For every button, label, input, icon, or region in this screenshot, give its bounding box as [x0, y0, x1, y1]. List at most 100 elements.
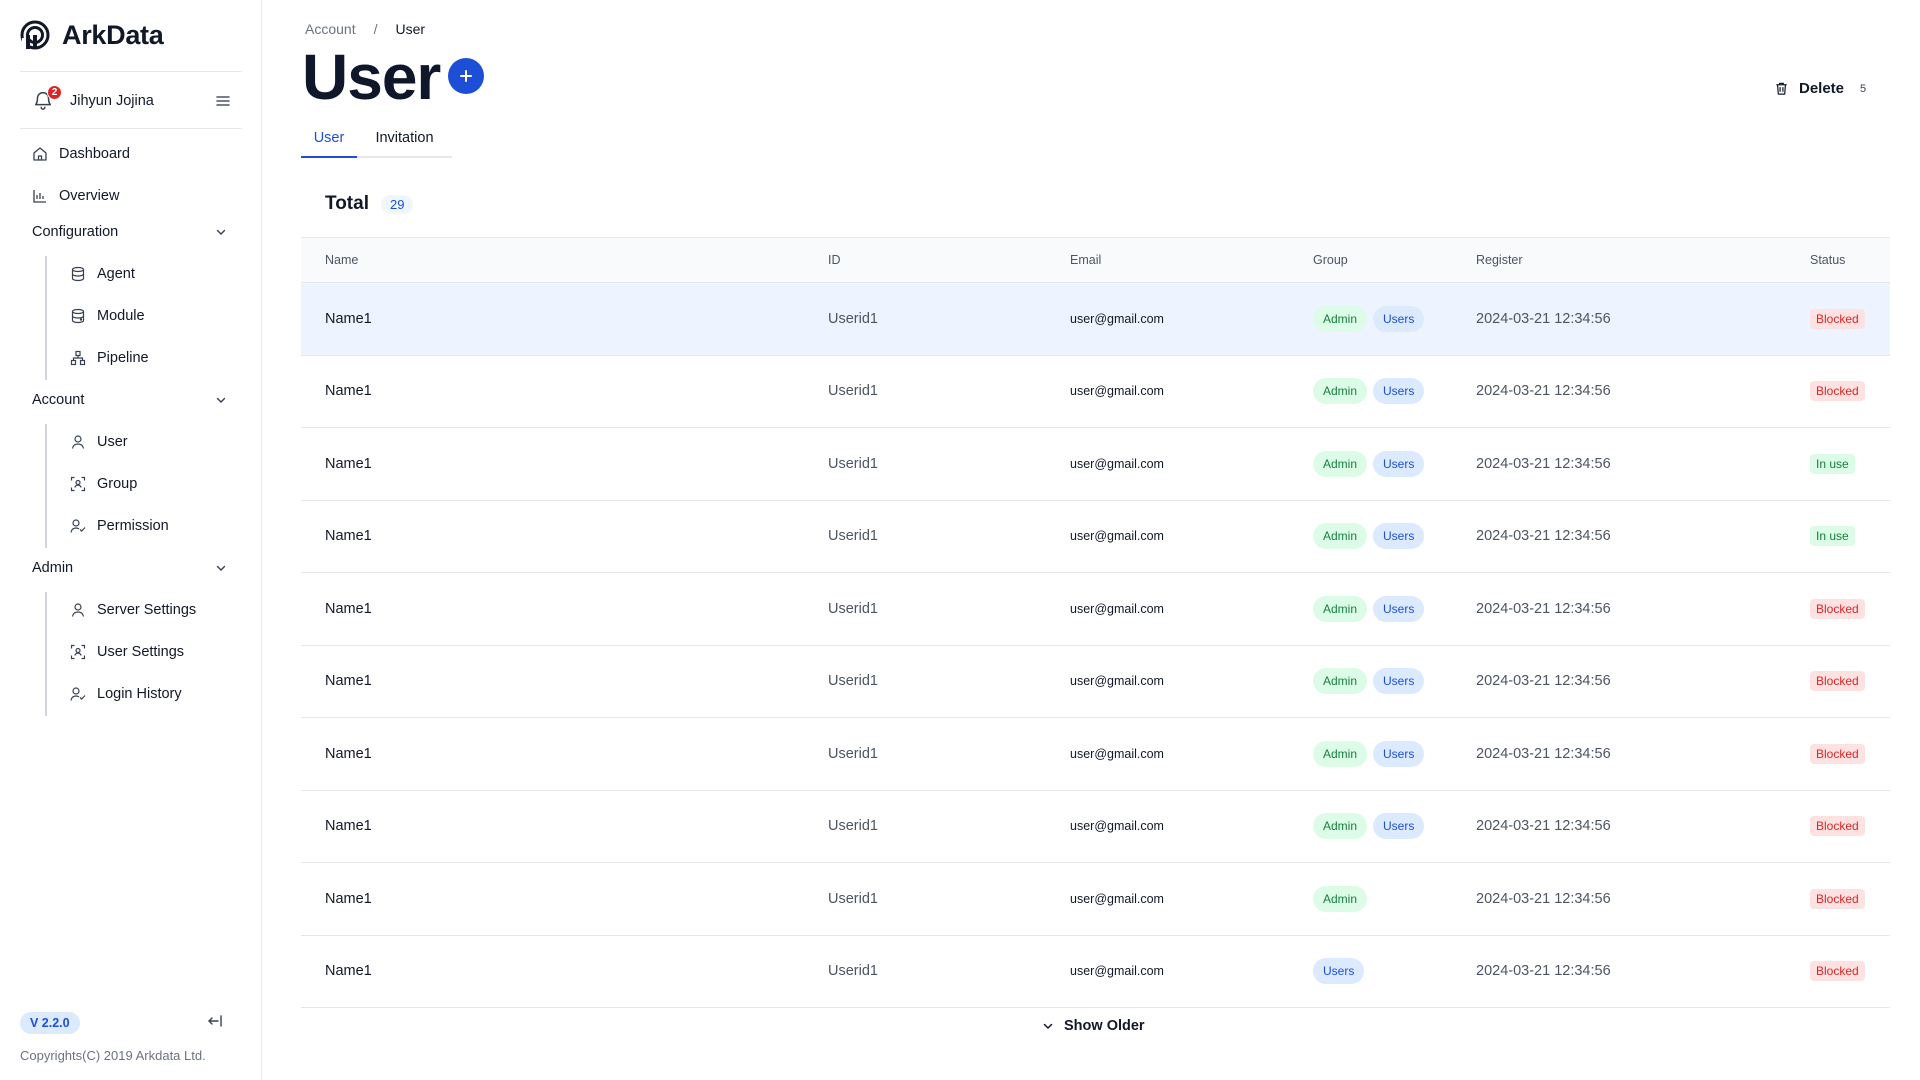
status-badge: Blocked: [1810, 743, 1865, 764]
nav-item-user-settings[interactable]: User Settings: [70, 639, 184, 665]
show-older-button[interactable]: Show Older: [1042, 1018, 1145, 1034]
nav-item-server-settings[interactable]: Server Settings: [70, 597, 196, 623]
nav-item-pipeline[interactable]: Pipeline: [70, 345, 149, 371]
nav-item-user[interactable]: User: [70, 429, 128, 455]
cell-status: In use: [1810, 501, 1855, 573]
table-row[interactable]: Name1 Userid1 user@gmail.com Admin 2024-03-2…: [301, 863, 1890, 936]
group-pill-admin: Admin: [1313, 450, 1368, 477]
cell-email: user@gmail.com: [1070, 674, 1164, 689]
version-badge: V 2.2.0: [20, 1012, 80, 1034]
nav-item-login-history[interactable]: Login History: [70, 681, 182, 707]
table-row[interactable]: Name1 Userid1 user@gmail.com Admin Users 2024…: [301, 791, 1890, 863]
table-row[interactable]: Name1 Userid1 user@gmail.com Admin Users 2024…: [301, 428, 1890, 501]
nav-item-label: Permission: [97, 518, 169, 534]
nav-item-overview[interactable]: Overview: [32, 183, 119, 209]
column-header-register[interactable]: Register: [1476, 238, 1523, 282]
group-pill-users: Users: [1373, 523, 1425, 550]
pipeline-icon: [70, 350, 86, 366]
table-row[interactable]: Name1 Userid1 user@gmail.com Admin Users 2024…: [301, 283, 1890, 356]
cell-id: Userid1: [828, 673, 878, 690]
nav-section-account[interactable]: Account: [32, 388, 228, 412]
cell-id: Userid1: [828, 818, 878, 835]
cell-name: Name1: [325, 890, 372, 907]
cell-email: user@gmail.com: [1070, 601, 1164, 616]
chevron-down-icon: [216, 565, 226, 571]
nav-section-admin[interactable]: Admin: [32, 556, 228, 580]
user-icon: [71, 603, 85, 617]
cell-register: 2024-03-21 12:34:56: [1476, 600, 1611, 617]
group-pill-admin: Admin: [1313, 378, 1368, 405]
cell-status: Blocked: [1810, 863, 1865, 935]
table-row[interactable]: Name1 Userid1 user@gmail.com Users 2024-03-2…: [301, 936, 1890, 1008]
nav-item-permission[interactable]: Permission: [70, 513, 169, 539]
page-title: User: [302, 41, 441, 113]
cell-email: user@gmail.com: [1070, 456, 1164, 471]
cell-register: 2024-03-21 12:34:56: [1476, 745, 1611, 762]
notification-badge: 2: [47, 85, 62, 100]
add-user-button[interactable]: [448, 58, 484, 94]
home-icon: [33, 147, 47, 161]
brand[interactable]: ArkData: [20, 18, 164, 52]
group-pill-users: Users: [1373, 305, 1425, 332]
column-header-id[interactable]: ID: [828, 238, 841, 282]
user-name: Jihyun Jojina: [70, 93, 154, 109]
nav-section-configuration[interactable]: Configuration: [32, 220, 228, 244]
column-header-name[interactable]: Name: [325, 238, 358, 282]
delete-button[interactable]: Delete 5: [1774, 80, 1866, 97]
cell-group: Admin Users: [1313, 573, 1425, 645]
cell-register: 2024-03-21 12:34:56: [1476, 383, 1611, 400]
cell-group: Admin: [1313, 863, 1368, 935]
cell-status: Blocked: [1810, 791, 1865, 863]
chevron-down-icon: [1043, 1023, 1053, 1030]
cell-group: Admin Users: [1313, 283, 1425, 355]
column-header-email[interactable]: Email: [1070, 238, 1101, 282]
cell-email: user@gmail.com: [1070, 311, 1164, 326]
cell-id: Userid1: [828, 963, 878, 980]
group-pill-admin: Admin: [1313, 668, 1368, 695]
tab-invitation[interactable]: Invitation: [357, 126, 452, 158]
sidebar-divider: [20, 128, 242, 129]
nav-item-agent[interactable]: Agent: [70, 261, 135, 287]
hamburger-menu-icon[interactable]: [214, 92, 232, 110]
cell-email: user@gmail.com: [1070, 964, 1164, 979]
group-pill-users: Users: [1373, 450, 1425, 477]
cell-status: Blocked: [1810, 283, 1865, 355]
table-row[interactable]: Name1 Userid1 user@gmail.com Admin Users 2024…: [301, 718, 1890, 791]
cell-register: 2024-03-21 12:34:56: [1476, 455, 1611, 472]
cell-name: Name1: [325, 818, 372, 835]
delete-count: 5: [1860, 82, 1867, 95]
nav-item-module[interactable]: Module: [70, 303, 145, 329]
status-badge: Blocked: [1810, 671, 1865, 692]
status-badge: Blocked: [1810, 308, 1865, 329]
table-row[interactable]: Name1 Userid1 user@gmail.com Admin Users 2024…: [301, 646, 1890, 718]
users-table: Name ID Email Group Register Status Name…: [301, 237, 1890, 1008]
cell-group: Users: [1313, 936, 1365, 1008]
column-header-group[interactable]: Group: [1313, 238, 1348, 282]
nav-item-label: Login History: [97, 686, 182, 702]
nav-item-label: Group: [97, 476, 138, 492]
cell-email: user@gmail.com: [1070, 384, 1164, 399]
sidebar-divider: [20, 71, 242, 72]
breadcrumb-parent[interactable]: Account: [305, 21, 356, 37]
group-pill-users: Users: [1373, 740, 1425, 767]
nav-section-label: Admin: [32, 560, 74, 576]
column-header-status[interactable]: Status: [1810, 238, 1845, 282]
collapse-sidebar-icon[interactable]: [206, 1012, 224, 1030]
table-row[interactable]: Name1 Userid1 user@gmail.com Admin Users 2024…: [301, 501, 1890, 573]
cell-status: Blocked: [1810, 646, 1865, 718]
cell-status: Blocked: [1810, 936, 1865, 1008]
table-row[interactable]: Name1 Userid1 user@gmail.com Admin Users 2024…: [301, 356, 1890, 428]
trash-icon: [1776, 82, 1787, 95]
status-badge: Blocked: [1810, 598, 1865, 619]
table-row[interactable]: Name1 Userid1 user@gmail.com Admin Users 2024…: [301, 573, 1890, 646]
cell-email: user@gmail.com: [1070, 529, 1164, 544]
cell-register: 2024-03-21 12:34:56: [1476, 963, 1611, 980]
cell-id: Userid1: [828, 528, 878, 545]
notifications[interactable]: 2: [32, 85, 62, 113]
submenu-rail: [45, 256, 47, 380]
nav-item-group[interactable]: Group: [70, 471, 137, 497]
nav-item-dashboard[interactable]: Dashboard: [32, 141, 130, 167]
tab-user[interactable]: User: [301, 126, 357, 158]
bar-chart-icon: [33, 190, 46, 203]
nav-item-label: User Settings: [97, 644, 185, 660]
